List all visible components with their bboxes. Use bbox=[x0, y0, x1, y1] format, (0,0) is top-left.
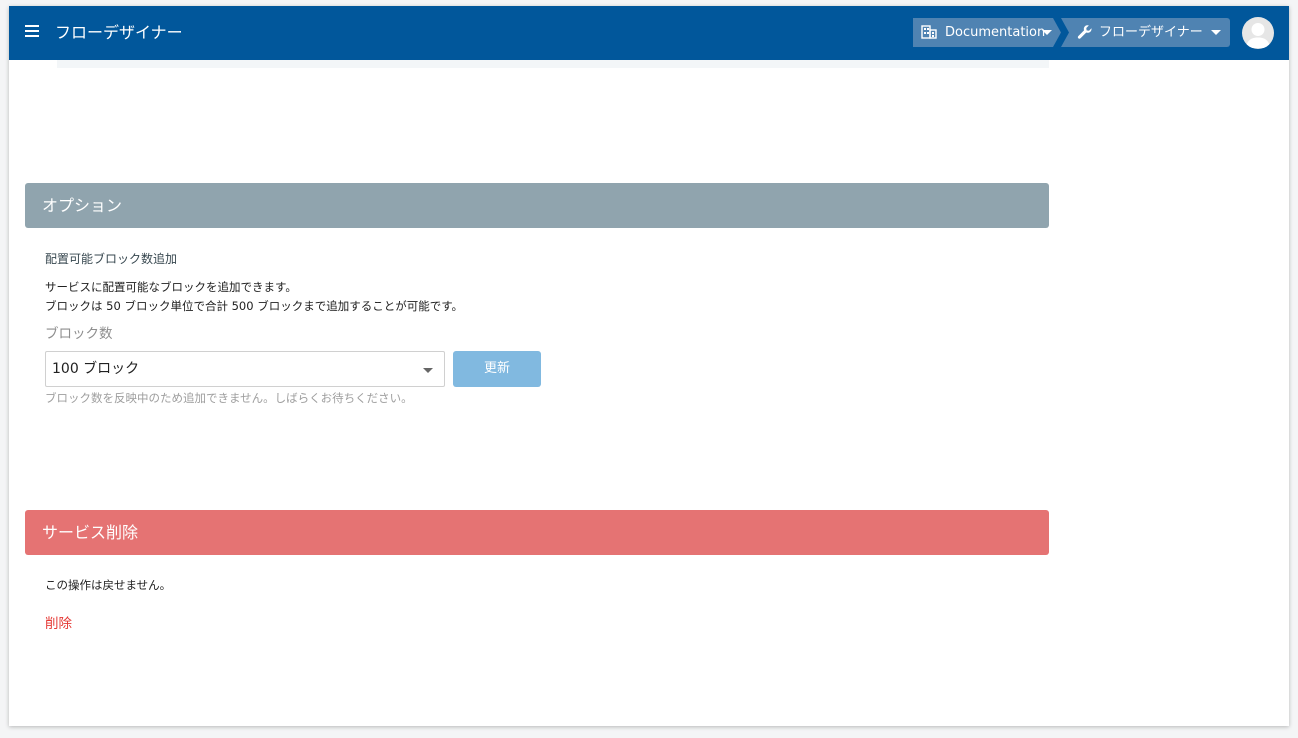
block-count-select[interactable]: 100 ブロック bbox=[45, 351, 445, 387]
app-window: フローデザイナー Documentation フローデザイナー オプション 配置… bbox=[9, 6, 1289, 726]
user-avatar-icon[interactable] bbox=[1242, 17, 1274, 49]
app-title: フローデザイナー bbox=[55, 23, 183, 42]
breadcrumb-documentation[interactable]: Documentation bbox=[913, 18, 1061, 47]
caret-down-icon bbox=[1211, 30, 1221, 35]
app-bar: フローデザイナー Documentation フローデザイナー bbox=[9, 6, 1289, 60]
caret-down-icon bbox=[1042, 30, 1052, 35]
building-icon bbox=[921, 25, 937, 39]
person-icon bbox=[1246, 23, 1270, 48]
block-count-label: ブロック数 bbox=[45, 326, 113, 342]
options-section-header: オプション bbox=[25, 183, 1049, 228]
irreversible-warning: この操作は戻せません。 bbox=[45, 578, 172, 592]
breadcrumb-label: Documentation bbox=[945, 25, 1046, 40]
breadcrumb-label: フローデザイナー bbox=[1099, 25, 1203, 40]
hamburger-menu-icon[interactable] bbox=[25, 25, 39, 41]
description-line: サービスに配置可能なブロックを追加できます。 bbox=[45, 280, 297, 294]
pending-hint: ブロック数を反映中のため追加できません。しばらくお待ちください。 bbox=[45, 391, 413, 405]
block-add-subheading: 配置可能ブロック数追加 bbox=[45, 252, 178, 266]
caret-down-icon bbox=[423, 368, 433, 373]
delete-section-header: サービス削除 bbox=[25, 510, 1049, 555]
breadcrumb-flow-designer[interactable]: フローデザイナー bbox=[1061, 18, 1230, 47]
update-button[interactable]: 更新 bbox=[453, 351, 541, 387]
wrench-icon bbox=[1077, 25, 1092, 39]
select-value: 100 ブロック bbox=[52, 361, 140, 377]
delete-link[interactable]: 削除 bbox=[45, 615, 72, 633]
content-top-strip bbox=[57, 60, 1049, 68]
description-line: ブロックは 50 ブロック単位で合計 500 ブロックまで追加することが可能です… bbox=[45, 299, 464, 313]
